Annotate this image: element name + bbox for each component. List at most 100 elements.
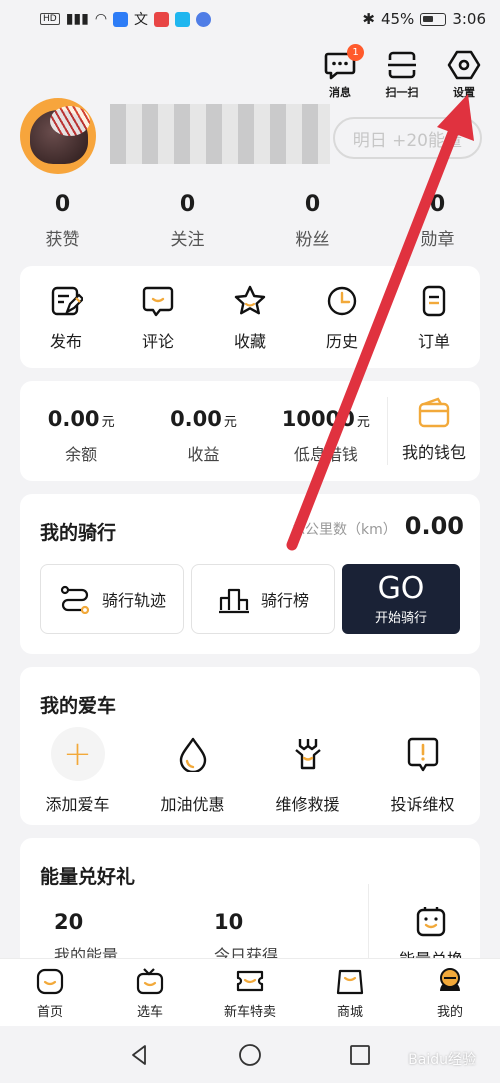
clock-icon (327, 286, 357, 316)
income-label: 收益 (187, 445, 220, 464)
wallet-loan[interactable]: 10000 元 低息借钱 (265, 381, 387, 481)
balance-unit: 元 (101, 415, 115, 430)
stat-likes[interactable]: 0 获赞 (0, 192, 125, 250)
search-app-icon (175, 11, 191, 27)
complaint-button[interactable]: 投诉维权 (365, 727, 480, 815)
tab-mine[interactable]: 我的 (400, 959, 500, 1026)
quick-item-comment[interactable]: 评论 (112, 266, 204, 368)
tab-mall[interactable]: 商城 (300, 959, 400, 1026)
tomorrow-energy-button[interactable]: 明日 +20能量 (332, 117, 482, 159)
home-circle-icon[interactable] (238, 1043, 262, 1067)
ticket-icon (236, 970, 264, 992)
plus-icon: + (50, 727, 105, 781)
my-wallet-button[interactable]: 我的钱包 (388, 381, 480, 481)
messages-label: 消息 (329, 86, 351, 99)
translate-icon: 文 (134, 12, 149, 28)
profile-icon (440, 968, 460, 991)
scan-label: 扫一扫 (385, 86, 419, 99)
scan-button[interactable]: 扫一扫 (384, 48, 420, 100)
tab-label: 我的 (436, 1005, 463, 1020)
shop-bag-icon (336, 969, 364, 995)
stat-medals[interactable]: 0 勋章 (375, 192, 500, 250)
stat-value: 0 (54, 192, 71, 217)
battery-icon (420, 12, 447, 26)
stat-value: 0 (304, 192, 321, 217)
go-label: GO (377, 570, 425, 606)
car-title: 我的爱车 (40, 695, 117, 717)
energy-card: 能量兑好礼 20 我的能量 10 今日获得 能量兑换 (20, 838, 480, 969)
tab-home[interactable]: 首页 (0, 959, 100, 1026)
stat-value: 0 (429, 192, 446, 217)
settings-button[interactable]: 设置 (446, 48, 482, 100)
avatar[interactable] (20, 98, 96, 174)
loan-unit: 元 (356, 415, 370, 430)
recents-icon[interactable] (348, 1043, 372, 1067)
tab-label: 商城 (336, 1005, 363, 1020)
stat-following[interactable]: 0 关注 (125, 192, 250, 250)
complaint-icon (407, 737, 438, 772)
hd-badge: HD (40, 13, 60, 25)
wallet-balance[interactable]: 0.00 元 余额 (20, 381, 142, 481)
profile-stats: 0 获赞 0 关注 0 粉丝 0 勋章 (0, 192, 500, 250)
quick-item-orders[interactable]: 订单 (388, 266, 480, 368)
total-km: 总公里数（km） 0.00 (291, 512, 464, 540)
quick-item-label: 收藏 (233, 332, 266, 351)
balance-value-wrap: 0.00 元 (48, 407, 115, 431)
edit-icon (51, 286, 83, 316)
message-count-badge: 1 (347, 44, 364, 61)
back-icon[interactable] (128, 1043, 152, 1067)
blurred-username[interactable] (110, 104, 330, 164)
quick-item-history[interactable]: 历史 (296, 266, 388, 368)
clock-time: 3:06 (452, 10, 486, 28)
wallet-income[interactable]: 0.00 元 收益 (142, 381, 264, 481)
income-value: 0.00 (170, 407, 222, 431)
today-energy-value: 10 (214, 910, 244, 934)
start-ride-button[interactable]: GO 开始骑行 (342, 564, 460, 634)
status-right: ✱ 45% 3:06 (362, 10, 486, 28)
settings-gear-icon (447, 50, 481, 80)
wallet-icon (418, 397, 450, 428)
signal-icon: ▮▮▮ (65, 11, 89, 27)
income-unit: 元 (223, 415, 237, 430)
my-ride-card: 我的骑行 总公里数（km） 0.00 骑行轨迹 骑行榜 GO 开始骑行 (20, 494, 480, 654)
quick-item-favorite[interactable]: 收藏 (204, 266, 296, 368)
ride-track-button[interactable]: 骑行轨迹 (40, 564, 184, 634)
podium-icon (218, 588, 249, 614)
start-ride-label: 开始骑行 (374, 610, 427, 626)
tab-new-car-sale[interactable]: 新车特卖 (200, 959, 300, 1026)
quick-item-publish[interactable]: 发布 (20, 266, 112, 368)
headdress-image (50, 106, 90, 136)
fuel-drop-icon (179, 737, 206, 772)
messages-button[interactable]: 1 消息 (322, 44, 364, 100)
add-car-button[interactable]: + 添加爱车 (20, 727, 135, 815)
route-icon (60, 585, 90, 614)
ride-title: 我的骑行 (40, 522, 117, 544)
repair-rescue-button[interactable]: 维修救援 (250, 727, 365, 815)
music-app-icon (196, 11, 212, 27)
ride-rank-label: 骑行榜 (260, 591, 309, 610)
gift-face-icon (416, 907, 446, 937)
quick-item-label: 订单 (417, 332, 450, 351)
red-app-icon (154, 11, 170, 27)
watermark: Baidu经验 (408, 1052, 476, 1068)
bluetooth-icon: ✱ (362, 10, 375, 28)
ride-track-label: 骑行轨迹 (101, 591, 166, 610)
quick-actions-card: 发布 评论 收藏 历史 订单 (20, 266, 480, 368)
car-item-label: 投诉维权 (390, 795, 455, 814)
ride-rank-button[interactable]: 骑行榜 (191, 564, 335, 634)
car-item-label: 添加爱车 (45, 795, 110, 814)
energy-title: 能量兑好礼 (40, 866, 136, 888)
stat-fans[interactable]: 0 粉丝 (250, 192, 375, 250)
wifi-icon: ◠ (94, 11, 108, 27)
stat-label: 获赞 (45, 230, 80, 250)
wallet-card: 0.00 元 余额 0.00 元 收益 10000 元 低息借钱 我的钱包 (20, 381, 480, 481)
fuel-discount-button[interactable]: 加油优惠 (135, 727, 250, 815)
fuel-drop-icon-wrap (166, 727, 220, 781)
loan-value-wrap: 10000 元 (282, 407, 370, 431)
total-km-value: 0.00 (404, 512, 464, 540)
tab-select-car[interactable]: 选车 (100, 959, 200, 1026)
complaint-icon-wrap (396, 727, 450, 781)
settings-label: 设置 (453, 86, 475, 99)
total-km-label: 总公里数（km） (291, 522, 397, 538)
tv-icon (136, 968, 164, 995)
